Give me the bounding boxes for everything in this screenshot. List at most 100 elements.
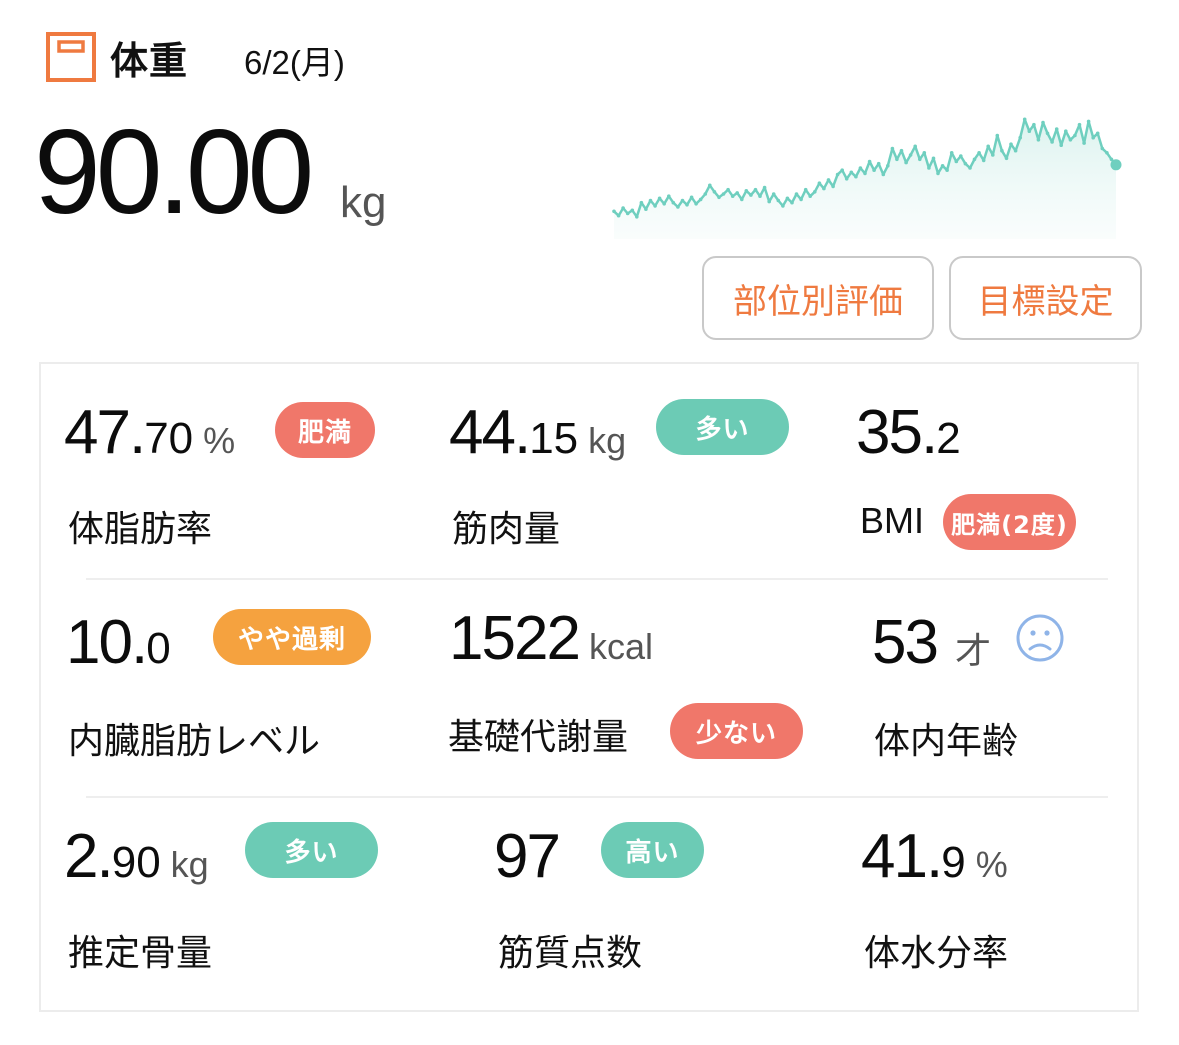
body-fat-badge: 肥満	[275, 402, 375, 458]
sparkline-point	[1009, 142, 1013, 146]
bmi-value[interactable]: 35.2	[856, 402, 961, 464]
sparkline-point	[762, 185, 767, 190]
sparkline-point	[708, 183, 712, 188]
sparkline-point	[662, 202, 666, 206]
sparkline-point	[1105, 151, 1109, 155]
sparkline-point	[689, 195, 694, 200]
sparkline-point	[1041, 120, 1045, 125]
sparkline-point	[776, 198, 781, 203]
sparkline-point	[854, 174, 858, 179]
sparkline-point	[790, 200, 794, 205]
sparkline-point	[1091, 135, 1095, 140]
sparkline-point	[1064, 129, 1068, 133]
scale-icon	[46, 32, 96, 82]
goal-setting-button[interactable]: 目標設定	[949, 256, 1142, 340]
sparkline-point	[972, 157, 977, 162]
sparkline-point	[1032, 122, 1036, 127]
sparkline-point	[822, 186, 826, 191]
sparkline-point	[963, 161, 968, 166]
visceral-fat-value[interactable]: 10.0	[66, 612, 171, 674]
bmi-label: BMI	[860, 500, 925, 541]
sparkline-point	[908, 153, 913, 157]
sparkline-point	[740, 197, 744, 202]
sparkline-point	[803, 187, 808, 192]
sparkline-point	[781, 204, 785, 208]
weight-screen: 体重 6/2(月) 90.00 kg 部位別評価 目標設定 47.70% 肥満 …	[0, 0, 1179, 1045]
bmr-badge: 少ない	[670, 703, 803, 759]
page-title: 体重	[110, 39, 189, 83]
sparkline-point	[991, 153, 995, 157]
sparkline-point	[1022, 117, 1027, 122]
muscle-badge: 多い	[656, 399, 789, 455]
sparkline-point	[940, 164, 945, 168]
sparkline-point	[849, 170, 854, 175]
sparkline-point	[749, 193, 753, 197]
weight-unit: kg	[340, 178, 387, 227]
muscle-value[interactable]: 44.15 kg	[449, 402, 626, 464]
sparkline-point	[927, 166, 931, 170]
body-age-value[interactable]: 53 才	[872, 612, 991, 674]
sparkline-point	[876, 161, 881, 166]
sparkline-point	[676, 205, 680, 209]
sparkline-area	[614, 119, 1116, 239]
sparkline-point	[744, 189, 749, 193]
sparkline-point	[1013, 148, 1018, 153]
sparkline-point	[968, 166, 972, 170]
body-fat-label: 体脂肪率	[68, 509, 213, 550]
sparkline-point	[872, 168, 876, 172]
sparkline-point	[1086, 119, 1091, 124]
date-label[interactable]: 6/2(月)	[244, 36, 345, 84]
sparkline-point	[717, 195, 721, 200]
muscle-quality-value[interactable]: 97	[494, 826, 561, 888]
sparkline-point	[922, 151, 927, 155]
sparkline-point	[863, 171, 867, 176]
sparkline-point	[895, 157, 899, 162]
sparkline-point	[945, 168, 949, 172]
sparkline-point	[1027, 129, 1032, 133]
sparkline-point	[721, 192, 726, 196]
sparkline-point	[735, 191, 739, 195]
sparkline-point	[890, 146, 895, 151]
sparkline-point	[986, 144, 990, 149]
sparkline-point	[886, 164, 890, 168]
body-water-value[interactable]: 41.9%	[861, 826, 1008, 888]
bone-mass-badge: 多い	[245, 822, 378, 878]
sparkline-point	[931, 156, 936, 161]
sparkline-point	[639, 200, 644, 205]
sparkline-point	[685, 203, 689, 207]
sparkline-point	[881, 172, 886, 177]
bone-mass-label: 推定骨量	[68, 933, 213, 974]
body-part-evaluation-button[interactable]: 部位別評価	[702, 256, 934, 340]
sparkline-point	[753, 187, 758, 192]
sparkline-point	[644, 207, 648, 211]
sparkline-point	[630, 208, 635, 213]
sparkline-point	[730, 194, 735, 198]
sparkline-point	[1100, 146, 1105, 151]
sparkline-point	[1045, 131, 1050, 136]
sparkline-point	[867, 159, 872, 164]
sparkline-point	[858, 166, 863, 170]
sparkline-point	[726, 187, 730, 192]
sparkline-point	[758, 194, 762, 198]
muscle-quality-label: 筋質点数	[498, 933, 643, 974]
sparkline-point	[771, 192, 776, 196]
row-divider	[86, 796, 1108, 798]
weight-trend-sparkline[interactable]	[600, 95, 1140, 245]
body-age-label: 体内年齢	[874, 721, 1019, 762]
sparkline-point	[808, 194, 812, 198]
sparkline-point	[671, 200, 676, 205]
sparkline-point	[831, 184, 835, 189]
body-fat-value[interactable]: 47.70%	[64, 402, 235, 464]
muscle-label: 筋肉量	[452, 509, 561, 550]
sparkline-point	[981, 158, 986, 163]
sparkline-point	[817, 181, 822, 185]
muscle-quality-badge: 高い	[601, 822, 704, 878]
sparkline-point	[835, 172, 840, 177]
sparkline-point	[653, 204, 657, 208]
sparkline-point	[826, 178, 831, 182]
bone-mass-value[interactable]: 2.90 kg	[64, 826, 209, 888]
bmr-value[interactable]: 1522 kcal	[449, 608, 653, 670]
sparkline-point	[1036, 138, 1041, 142]
sparkline-point	[621, 206, 625, 210]
sparkline-point	[918, 157, 922, 162]
